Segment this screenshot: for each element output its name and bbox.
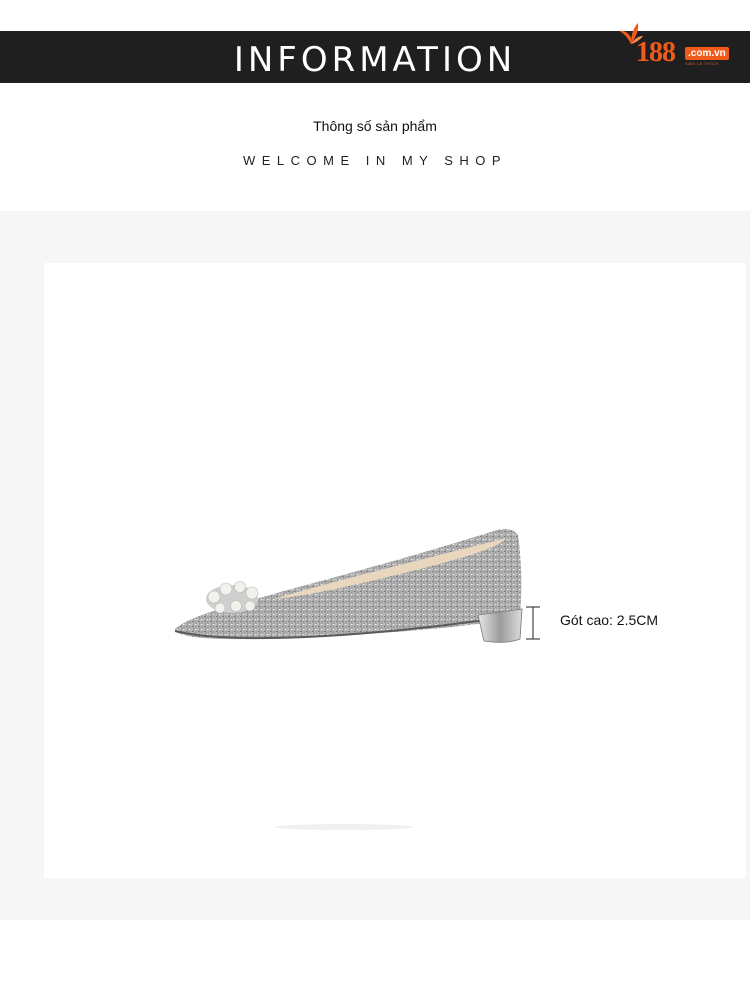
section-subtitle: Thông số sản phẩm: [313, 118, 437, 134]
welcome-text: WELCOME IN MY SHOP: [242, 153, 508, 168]
logo-number: 188: [636, 37, 676, 68]
brand-logo[interactable]: 188 .com.vn SẮM LÀ THÍCH: [618, 20, 734, 70]
logo-domain: .com.vn: [685, 47, 729, 60]
product-photo: Gót cao: 2.5CM: [44, 263, 746, 878]
logo-tagline: SẮM LÀ THÍCH: [685, 61, 719, 66]
product-section: Gót cao: 2.5CM: [0, 211, 750, 920]
shoe-image: [174, 528, 540, 830]
heel-height-label: Gót cao: 2.5CM: [560, 612, 659, 628]
